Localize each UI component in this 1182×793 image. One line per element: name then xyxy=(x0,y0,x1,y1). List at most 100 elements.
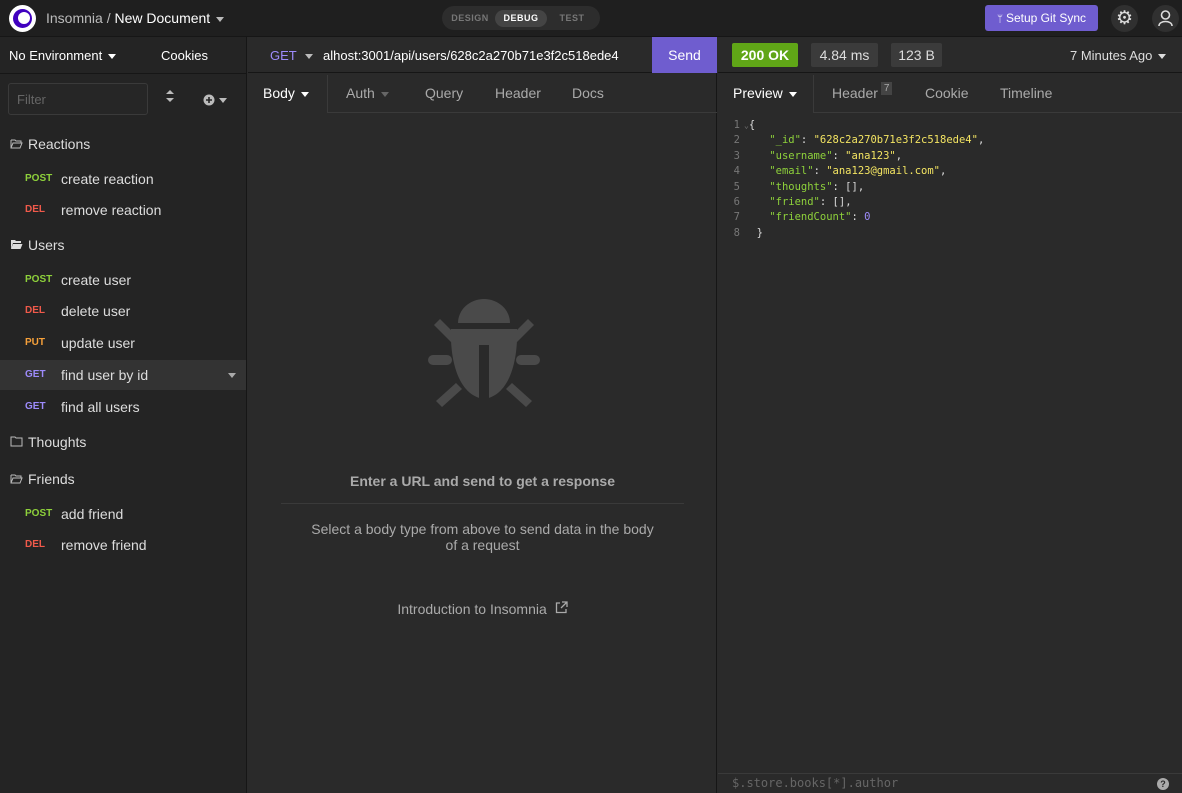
app-name[interactable]: Insomnia xyxy=(46,10,103,26)
json-key: "_id" xyxy=(769,134,801,147)
setup-git-sync-button[interactable]: ᛘ Setup Git Sync xyxy=(985,5,1098,31)
tab-body[interactable]: Body xyxy=(263,85,309,101)
environment-selector[interactable]: No Environment xyxy=(9,48,117,63)
send-button[interactable]: Send xyxy=(652,37,717,73)
request-name: create reaction xyxy=(61,171,154,187)
code-line: 8 } xyxy=(718,225,763,241)
bug-icon xyxy=(426,295,542,418)
method-selector[interactable]: GET xyxy=(270,48,313,63)
request-item[interactable]: POST add friend xyxy=(0,499,246,529)
request-item[interactable]: GET find all users xyxy=(0,392,246,422)
code-line: 1 ⌄{ xyxy=(718,117,755,133)
line-number: 1 xyxy=(733,119,740,131)
method-badge: GET xyxy=(25,401,46,412)
folder-label: Reactions xyxy=(28,136,91,152)
git-branch-icon: ᛘ xyxy=(996,14,1003,25)
folder-icon xyxy=(10,432,24,454)
response-status-bar: 200 OK 4.84 ms 123 B 7 Minutes Ago xyxy=(718,37,1182,73)
history-dropdown[interactable]: 7 Minutes Ago xyxy=(1070,48,1167,63)
folder-label: Friends xyxy=(28,471,75,487)
folder-thoughts[interactable]: Thoughts xyxy=(10,431,86,453)
request-item[interactable]: DEL delete user xyxy=(0,296,246,326)
sort-icon[interactable] xyxy=(160,89,180,109)
method-badge: POST xyxy=(25,274,53,285)
request-item[interactable]: DEL remove reaction xyxy=(0,195,246,225)
insomnia-logo-icon[interactable] xyxy=(9,5,36,32)
tab-cookie[interactable]: Cookie xyxy=(925,85,969,101)
line-number: 6 xyxy=(733,196,740,208)
json-value: 0 xyxy=(864,211,871,224)
method-badge: GET xyxy=(25,369,46,380)
folder-reactions[interactable]: Reactions xyxy=(10,133,90,155)
mode-design[interactable]: DESIGN xyxy=(448,10,492,27)
code-punct: , xyxy=(857,180,865,193)
tab-label: Header xyxy=(832,85,878,101)
request-item[interactable]: POST create reaction xyxy=(0,164,246,194)
json-value: "628c2a270b71e3f2c518ede4" xyxy=(813,134,978,147)
breadcrumb-separator: / xyxy=(106,10,111,26)
filter-input[interactable] xyxy=(8,83,148,115)
request-name: delete user xyxy=(61,303,131,319)
tab-response-header[interactable]: Header 7 xyxy=(832,82,893,101)
json-key: "friendCount" xyxy=(769,211,852,224)
request-item[interactable]: PUT update user xyxy=(0,328,246,358)
folder-users[interactable]: Users xyxy=(10,234,65,256)
history-label: 7 Minutes Ago xyxy=(1070,48,1153,63)
chevron-down-icon[interactable] xyxy=(228,373,236,378)
mode-test[interactable]: TEST xyxy=(550,10,594,27)
code-line: 7 "friendCount": 0 xyxy=(718,209,871,225)
response-time-badge: 4.84 ms xyxy=(811,43,878,67)
code-text: { xyxy=(748,119,756,131)
folder-open-icon xyxy=(10,134,24,156)
response-filter-input[interactable]: $.store.books[*].author xyxy=(732,776,898,790)
request-item[interactable]: POST create user xyxy=(0,265,246,295)
user-icon[interactable] xyxy=(1152,5,1179,32)
top-bar: Insomnia / New Document DESIGN DEBUG TES… xyxy=(0,0,1182,37)
folder-open-icon xyxy=(10,469,24,491)
tab-query[interactable]: Query xyxy=(425,85,463,101)
line-number: 3 xyxy=(733,149,740,162)
breadcrumb[interactable]: Insomnia / New Document xyxy=(46,10,225,26)
document-name[interactable]: New Document xyxy=(114,10,210,26)
url-bar: GET alhost:3001/api/users/628c2a270b71e3… xyxy=(248,37,717,73)
body-type-hint: Select a body type from above to send da… xyxy=(311,521,654,553)
introduction-label: Introduction to Insomnia xyxy=(397,601,547,617)
gear-icon[interactable]: ⚙ xyxy=(1111,5,1138,32)
chevron-down-icon[interactable] xyxy=(216,16,225,22)
code-line: 3 "username": "ana123", xyxy=(718,148,902,164)
request-name: update user xyxy=(61,335,135,351)
mode-debug[interactable]: DEBUG xyxy=(495,10,547,27)
method-badge: PUT xyxy=(25,337,45,348)
tab-label: Preview xyxy=(733,85,783,101)
tab-label: Body xyxy=(263,85,295,101)
line-number: 8 xyxy=(733,226,740,239)
introduction-link[interactable]: Introduction to Insomnia xyxy=(248,601,717,617)
response-pane: 200 OK 4.84 ms 123 B 7 Minutes Ago Previ… xyxy=(718,37,1182,793)
tab-timeline[interactable]: Timeline xyxy=(1000,85,1052,101)
tab-auth[interactable]: Auth xyxy=(346,85,389,101)
cookies-button[interactable]: Cookies xyxy=(161,48,208,63)
line-number: 7 xyxy=(733,211,740,224)
request-item-active[interactable]: GET find user by id xyxy=(0,360,246,390)
help-icon[interactable]: ? xyxy=(1157,778,1169,790)
request-item[interactable]: DEL remove friend xyxy=(0,530,246,560)
code-line: 5 "thoughts": [], xyxy=(718,179,864,195)
method-label: GET xyxy=(270,48,297,63)
request-name: add friend xyxy=(61,506,124,522)
add-item-button[interactable] xyxy=(203,89,233,109)
tab-preview[interactable]: Preview xyxy=(733,85,797,101)
code-punct: , xyxy=(845,196,852,208)
url-input[interactable]: alhost:3001/api/users/628c2a270b71e3f2c5… xyxy=(323,48,619,63)
code-line: 2 "_id": "628c2a270b71e3f2c518ede4", xyxy=(718,132,985,148)
method-badge: POST xyxy=(25,173,53,184)
line-number: 4 xyxy=(733,165,740,178)
tab-docs[interactable]: Docs xyxy=(572,85,604,101)
json-key: "friend" xyxy=(769,196,820,208)
chevron-down-icon xyxy=(108,54,117,60)
code-line: 6 "friend": [], xyxy=(718,194,852,210)
json-key: "username" xyxy=(769,149,833,162)
line-number: 5 xyxy=(733,180,740,193)
tab-header[interactable]: Header xyxy=(495,85,541,101)
request-name: remove friend xyxy=(61,537,147,553)
folder-friends[interactable]: Friends xyxy=(10,468,75,490)
